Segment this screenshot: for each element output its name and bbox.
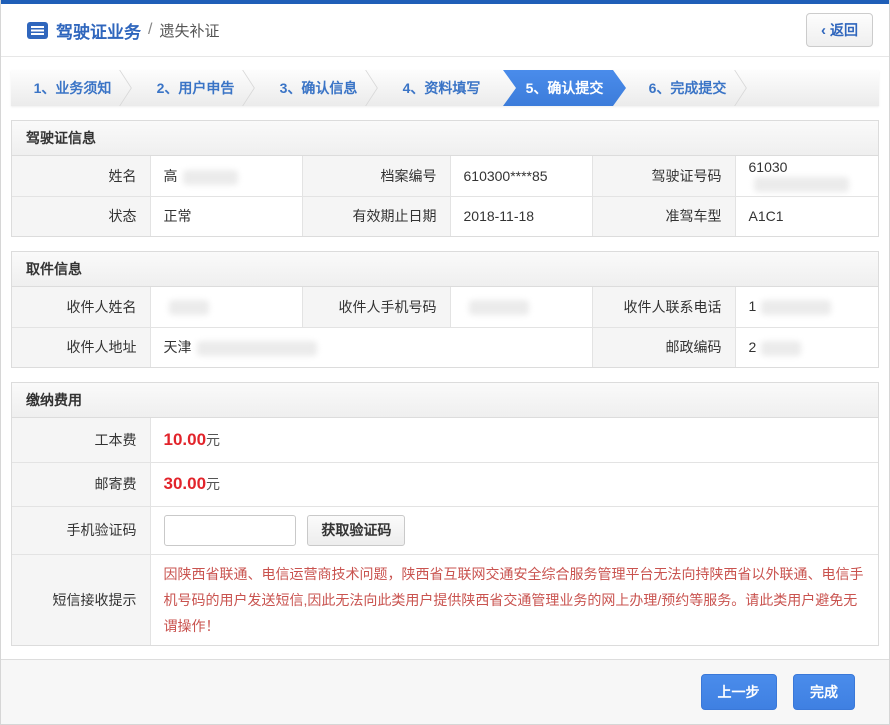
step-bar-filler (749, 70, 879, 106)
sms-notice-text: 因陕西省联通、电信运营商技术问题，陕西省互联网交通安全综合服务管理平台无法向持陕… (164, 555, 866, 645)
get-code-button[interactable]: 获取验证码 (307, 515, 405, 546)
step-tab-6[interactable]: 6、完成提交 (626, 70, 749, 106)
fees-table: 工本费 10.00元 邮寄费 30.00元 手机验证码 获取验证码 短信接收提示… (12, 418, 878, 645)
list-icon (27, 22, 48, 39)
expiry-date-label: 有效期止日期 (302, 196, 450, 236)
postal-code-label: 邮政编码 (592, 327, 735, 367)
license-info-table: 姓名 高 档案编号 610300****85 驾驶证号码 61030 状态 正常… (12, 156, 878, 236)
table-row: 收件人姓名 收件人手机号码 收件人联系电话 1 (12, 287, 878, 327)
status-label: 状态 (12, 196, 150, 236)
table-row: 收件人地址 天津 邮政编码 2 (12, 327, 878, 367)
back-button[interactable]: ‹ 返回 (806, 13, 873, 47)
chevron-left-icon: ‹ (821, 23, 826, 38)
table-row: 姓名 高 档案编号 610300****85 驾驶证号码 61030 (12, 156, 878, 196)
postage-fee-label: 邮寄费 (12, 462, 150, 506)
license-number-label: 驾驶证号码 (592, 156, 735, 196)
step-tab-2[interactable]: 2、用户申告 (134, 70, 257, 106)
table-row: 工本费 10.00元 (12, 418, 878, 462)
sms-notice-label: 短信接收提示 (12, 554, 150, 645)
redacted-area (469, 300, 529, 315)
table-row: 短信接收提示 因陕西省联通、电信运营商技术问题，陕西省互联网交通安全综合服务管理… (12, 554, 878, 645)
footer-bar: 上一步 完成 (1, 659, 889, 724)
fees-section: 缴纳费用 工本费 10.00元 邮寄费 30.00元 手机验证码 获取验证码 短… (11, 382, 879, 646)
page: 驾驶证业务 / 遗失补证 ‹ 返回 1、业务须知 2、用户申告 3、确认信息 4… (0, 0, 890, 725)
recipient-name-label: 收件人姓名 (12, 287, 150, 327)
recipient-mobile-value (450, 287, 592, 327)
table-row: 状态 正常 有效期止日期 2018-11-18 准驾车型 A1C1 (12, 196, 878, 236)
recipient-phone-value: 1 (735, 287, 878, 327)
sms-code-label: 手机验证码 (12, 506, 150, 554)
step-tab-4[interactable]: 4、资料填写 (380, 70, 503, 106)
fees-section-title: 缴纳费用 (12, 383, 878, 418)
sms-code-cell: 获取验证码 (150, 506, 878, 554)
page-header: 驾驶证业务 / 遗失补证 ‹ 返回 (1, 4, 889, 57)
file-number-value: 610300****85 (450, 156, 592, 196)
sms-notice-cell: 因陕西省联通、电信运营商技术问题，陕西省互联网交通安全综合服务管理平台无法向持陕… (150, 554, 878, 645)
name-value: 高 (150, 156, 302, 196)
recipient-address-value: 天津 (150, 327, 592, 367)
redacted-area (761, 341, 801, 356)
step-tab-3[interactable]: 3、确认信息 (257, 70, 380, 106)
pickup-section-title: 取件信息 (12, 252, 878, 287)
finish-button[interactable]: 完成 (793, 674, 855, 710)
license-info-section: 驾驶证信息 姓名 高 档案编号 610300****85 驾驶证号码 61030… (11, 120, 879, 237)
file-number-label: 档案编号 (302, 156, 450, 196)
redacted-area (197, 341, 317, 356)
production-fee-label: 工本费 (12, 418, 150, 462)
expiry-date-value: 2018-11-18 (450, 196, 592, 236)
name-label: 姓名 (12, 156, 150, 196)
redacted-area (761, 300, 831, 315)
pickup-info-section: 取件信息 收件人姓名 收件人手机号码 收件人联系电话 1 收件人地址 天津 邮政… (11, 251, 879, 368)
vehicle-class-value: A1C1 (735, 196, 878, 236)
pickup-info-table: 收件人姓名 收件人手机号码 收件人联系电话 1 收件人地址 天津 邮政编码 2 (12, 287, 878, 367)
sms-code-input[interactable] (164, 515, 296, 546)
table-row: 邮寄费 30.00元 (12, 462, 878, 506)
previous-step-button[interactable]: 上一步 (701, 674, 777, 710)
step-tab-5-active[interactable]: 5、确认提交 (503, 70, 626, 106)
status-value: 正常 (150, 196, 302, 236)
recipient-phone-label: 收件人联系电话 (592, 287, 735, 327)
recipient-mobile-label: 收件人手机号码 (302, 287, 450, 327)
recipient-address-label: 收件人地址 (12, 327, 150, 367)
postage-fee-value: 30.00元 (150, 462, 878, 506)
breadcrumb-separator: / (148, 21, 152, 39)
recipient-name-value (150, 287, 302, 327)
postal-code-value: 2 (735, 327, 878, 367)
license-section-title: 驾驶证信息 (12, 121, 878, 156)
production-fee-value: 10.00元 (150, 418, 878, 462)
table-row: 手机验证码 获取验证码 (12, 506, 878, 554)
step-tab-1[interactable]: 1、业务须知 (11, 70, 134, 106)
step-progress-bar: 1、业务须知 2、用户申告 3、确认信息 4、资料填写 5、确认提交 6、完成提… (11, 70, 879, 106)
redacted-area (754, 177, 849, 192)
breadcrumb-current: 遗失补证 (159, 20, 219, 41)
page-title: 驾驶证业务 (56, 18, 141, 43)
back-button-label: 返回 (830, 20, 858, 40)
vehicle-class-label: 准驾车型 (592, 196, 735, 236)
license-number-value: 61030 (735, 156, 878, 196)
redacted-area (183, 170, 238, 185)
redacted-area (169, 300, 209, 315)
